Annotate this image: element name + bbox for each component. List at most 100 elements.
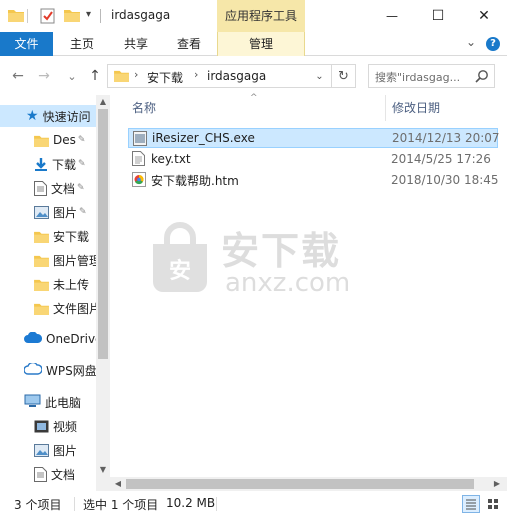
close-icon: ✕ xyxy=(478,8,490,24)
breadcrumb-segment[interactable]: 安下载 xyxy=(147,69,183,86)
nav-item-label: 文档 xyxy=(51,181,76,196)
nav-item-quick-access-entry[interactable]: 安下载 xyxy=(0,225,96,247)
expand-ribbon-icon[interactable]: ⌄ xyxy=(466,35,476,49)
nav-item-quick-access-entry[interactable]: 图片管理 xyxy=(0,249,96,271)
scroll-left-arrow-icon[interactable]: ◀ xyxy=(111,477,125,491)
file-row[interactable]: key.txt 2014/5/25 17:26 xyxy=(128,149,498,169)
file-row[interactable]: iResizer_CHS.exe 2014/12/13 20:07 xyxy=(128,128,500,148)
nav-item-quick-access-entry[interactable]: 图片 ✎ xyxy=(0,201,96,223)
nav-item-this-pc[interactable]: 此电脑 xyxy=(0,391,96,413)
navigation-bar: ← → ⌄ ↑ › 安下载 › irdasgaga ⌄ ↻ 搜索"irdasga… xyxy=(0,57,507,95)
nav-item-quick-access[interactable]: ★ 快速访问 xyxy=(0,105,96,127)
pin-icon: ✎ xyxy=(77,135,86,145)
scrollbar-thumb[interactable] xyxy=(126,479,474,489)
nav-item-quick-access-entry[interactable]: 未上传 xyxy=(0,273,96,295)
scroll-up-arrow-icon[interactable]: ▲ xyxy=(96,95,110,109)
nav-item-quick-access-entry[interactable]: Des ✎ xyxy=(0,129,96,151)
pictures-icon xyxy=(34,205,49,219)
tab-share[interactable]: 共享 xyxy=(116,32,156,56)
search-icon[interactable] xyxy=(475,69,489,86)
details-view-button[interactable] xyxy=(462,495,480,513)
breadcrumb-segment[interactable]: irdasgaga xyxy=(207,69,266,83)
refresh-icon: ↻ xyxy=(338,68,349,84)
folder-icon[interactable] xyxy=(8,8,24,25)
window-title: irdasgaga xyxy=(111,8,171,22)
large-icons-view-button[interactable] xyxy=(484,495,502,513)
scroll-right-arrow-icon[interactable]: ▶ xyxy=(490,477,504,491)
status-divider xyxy=(216,497,217,511)
video-icon xyxy=(34,420,49,433)
computer-icon xyxy=(24,394,41,411)
new-folder-icon[interactable] xyxy=(64,8,80,25)
watermark-domain: anxz.com xyxy=(225,268,351,298)
nav-item-quick-access-entry[interactable]: 下载 ✎ xyxy=(0,153,96,175)
nav-item-label: 此电脑 xyxy=(45,395,82,410)
nav-item-this-pc-entry[interactable]: 视频 xyxy=(0,415,96,437)
chevron-down-icon: ⌄ xyxy=(315,70,324,82)
status-item-count: 3 个项目 xyxy=(14,498,62,512)
tab-manage[interactable]: 管理 xyxy=(217,32,305,56)
sort-ascending-icon: ^ xyxy=(250,93,258,103)
pin-icon: ✎ xyxy=(77,183,85,193)
nav-item-quick-access-entry[interactable]: 文件图片 xyxy=(0,297,96,319)
help-icon[interactable]: ? xyxy=(486,37,500,51)
nav-item-label: Des xyxy=(53,133,76,147)
properties-checkmark-icon[interactable] xyxy=(40,8,55,27)
nav-item-quick-access-entry[interactable]: 文档 ✎ xyxy=(0,177,96,199)
tab-view[interactable]: 查看 xyxy=(169,32,209,56)
folder-icon xyxy=(34,302,49,315)
maximize-button[interactable]: ☐ xyxy=(415,0,461,32)
nav-item-label: 文档 xyxy=(51,467,76,482)
nav-item-label: 图片 xyxy=(53,443,78,458)
scroll-down-arrow-icon[interactable]: ▼ xyxy=(96,463,110,477)
breadcrumb-chevron-icon[interactable]: › xyxy=(134,68,138,81)
watermark-title: 安下载 xyxy=(221,229,342,273)
file-date: 2014/12/13 20:07 xyxy=(392,131,500,145)
nav-item-label: 图片 xyxy=(53,205,78,220)
tab-home[interactable]: 主页 xyxy=(62,32,102,56)
refresh-button[interactable]: ↻ xyxy=(332,64,356,88)
pin-icon: ✎ xyxy=(79,207,87,217)
minimize-button[interactable]: — xyxy=(369,0,415,32)
address-dropdown-button[interactable]: ⌄ xyxy=(308,64,332,88)
wps-cloud-icon xyxy=(23,361,43,378)
recent-locations-button[interactable]: ⌄ xyxy=(62,66,82,86)
horizontal-scrollbar[interactable]: ◀ ▶ xyxy=(110,477,507,491)
shield-icon: 安 xyxy=(153,222,207,292)
up-button[interactable]: ↑ xyxy=(85,66,105,86)
cloud-icon xyxy=(24,331,43,346)
breadcrumb-chevron-icon[interactable]: › xyxy=(194,68,198,81)
tab-file[interactable]: 文件 xyxy=(0,32,53,56)
pin-icon: ✎ xyxy=(78,159,86,169)
star-icon: ★ xyxy=(26,108,39,124)
watermark-logo: 安 安下载 anxz.com xyxy=(145,218,365,308)
text-file-icon xyxy=(132,151,145,169)
scrollbar-thumb[interactable] xyxy=(98,109,108,359)
document-icon xyxy=(34,180,47,196)
nav-item-label: WPS网盘 xyxy=(46,363,96,378)
forward-button[interactable]: → xyxy=(34,66,54,86)
nav-item-this-pc-entry[interactable]: 图片 xyxy=(0,439,96,461)
close-button[interactable]: ✕ xyxy=(461,0,507,32)
nav-item-label: 图片管理 xyxy=(53,253,96,268)
column-divider[interactable] xyxy=(385,95,386,121)
file-row[interactable]: 安下载帮助.htm 2018/10/30 18:45 xyxy=(128,170,499,190)
search-box[interactable]: 搜索"irdasgag... xyxy=(368,64,495,88)
nav-item-this-pc-entry[interactable]: 文档 xyxy=(0,463,96,485)
status-selected-size: 10.2 MB xyxy=(166,496,216,510)
column-header-name[interactable]: 名称 xyxy=(132,95,156,121)
nav-item-onedrive[interactable]: OneDrive xyxy=(0,328,96,350)
customize-quick-access-chevron-icon[interactable]: ▾ xyxy=(86,9,91,20)
search-input[interactable]: 搜索"irdasgag... xyxy=(375,69,460,85)
watermark-badge: 安 xyxy=(169,258,191,284)
back-button[interactable]: ← xyxy=(8,66,28,86)
nav-item-label: 快速访问 xyxy=(42,109,91,124)
column-header-date[interactable]: 修改日期 xyxy=(392,95,440,121)
title-divider xyxy=(100,9,101,23)
nav-item-label: 视频 xyxy=(53,419,78,434)
file-name: key.txt xyxy=(151,152,191,166)
details-view-icon xyxy=(466,499,476,510)
navigation-pane-scrollbar[interactable]: ▲ ▼ xyxy=(96,95,110,491)
file-date: 2018/10/30 18:45 xyxy=(391,173,499,187)
nav-item-wps[interactable]: WPS网盘 xyxy=(0,359,96,381)
